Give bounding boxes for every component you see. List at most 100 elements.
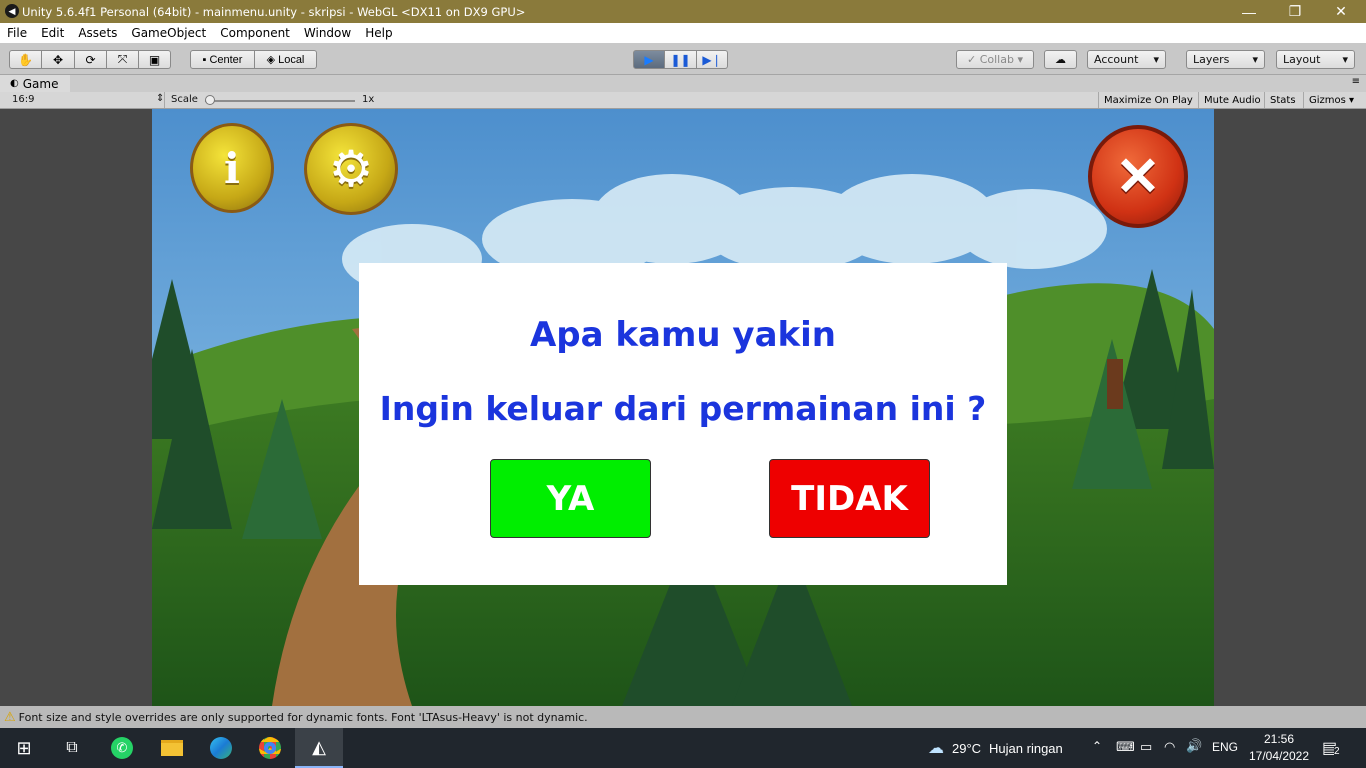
- menu-help[interactable]: Help: [358, 26, 399, 40]
- exit-button[interactable]: ✕: [1088, 125, 1188, 228]
- cloud-button[interactable]: ☁: [1044, 50, 1077, 69]
- notification-count: 2: [1334, 746, 1340, 757]
- whatsapp-icon: ✆: [111, 737, 133, 759]
- gizmos-dropdown[interactable]: Gizmos ▾: [1303, 92, 1359, 108]
- game-view-toolbar: 16:9 ⇕ Scale 1x Maximize On Play Mute Au…: [0, 92, 1366, 109]
- info-button[interactable]: i: [190, 123, 274, 213]
- move-tool-button[interactable]: ✥: [42, 50, 75, 69]
- step-button[interactable]: ▶❘: [697, 50, 728, 69]
- center-label: Center: [209, 53, 243, 66]
- stats-toggle[interactable]: Stats: [1264, 92, 1301, 108]
- scale-tool-button[interactable]: ⤧: [107, 50, 139, 69]
- close-window-button[interactable]: ✕: [1318, 0, 1364, 23]
- aspect-dropdown[interactable]: 16:9 ⇕: [0, 92, 165, 108]
- pause-button[interactable]: ❚❚: [665, 50, 697, 69]
- dropdown-arrow-icon: ▾: [1153, 53, 1159, 66]
- language-indicator[interactable]: ENG: [1212, 740, 1238, 754]
- tab-menu-icon[interactable]: ≡: [1352, 76, 1360, 87]
- dropdown-arrow-icon: ▾: [1342, 53, 1348, 66]
- menu-edit[interactable]: Edit: [34, 26, 71, 40]
- gizmos-label: Gizmos: [1309, 94, 1346, 106]
- weather-text: Hujan ringan: [989, 740, 1063, 756]
- whatsapp-taskbar-button[interactable]: ✆: [98, 728, 146, 768]
- task-view-button[interactable]: ⧉: [48, 728, 96, 768]
- scale-value: 1x: [362, 94, 375, 105]
- scale-slider-thumb[interactable]: [205, 95, 215, 105]
- clock-time: 21:56: [1263, 732, 1295, 746]
- window-titlebar: ◀ Unity 5.6.4f1 Personal (64bit) - mainm…: [0, 0, 1366, 23]
- collab-icon: ✓: [967, 53, 977, 66]
- cloud-icon: ☁: [1055, 53, 1066, 66]
- hand-icon: ✋: [18, 52, 33, 67]
- aspect-label: 16:9: [12, 94, 35, 105]
- game-tab-label: Game: [22, 76, 59, 91]
- menu-window[interactable]: Window: [297, 26, 358, 40]
- mute-audio-label: Mute Audio: [1204, 94, 1261, 106]
- play-button[interactable]: ▶: [633, 50, 665, 69]
- layout-dropdown[interactable]: Layout ▾: [1276, 50, 1355, 69]
- unity-taskbar-button[interactable]: ◭: [295, 728, 343, 768]
- scale-slider-track[interactable]: [205, 95, 355, 105]
- volume-icon[interactable]: 🔊: [1186, 738, 1202, 754]
- scale-icon: ⤧: [117, 52, 128, 66]
- scale-label: Scale: [171, 94, 198, 105]
- edge-icon: [210, 737, 232, 759]
- menu-gameobject[interactable]: GameObject: [124, 26, 213, 40]
- no-label: TIDAK: [791, 478, 908, 519]
- account-label: Account: [1094, 53, 1139, 66]
- battery-icon[interactable]: ▭: [1140, 739, 1152, 755]
- pivot-toggles: ▪ Center ◈ Local: [190, 50, 317, 69]
- tab-game[interactable]: ◐ Game: [0, 75, 70, 92]
- exit-confirm-dialog: Apa kamu yakin Ingin keluar dari permain…: [359, 263, 1007, 585]
- main-toolbar: ✋ ✥ ⟳ ⤧ ▣ ▪ Center ◈ Local ▶ ❚❚ ▶❘ ✓ Colla…: [0, 43, 1366, 75]
- mute-audio-toggle[interactable]: Mute Audio: [1198, 92, 1266, 108]
- transform-tools: ✋ ✥ ⟳ ⤧ ▣: [9, 50, 171, 69]
- local-toggle[interactable]: ◈ Local: [255, 50, 317, 69]
- wifi-icon[interactable]: ◠: [1164, 739, 1175, 755]
- weather-temp: 29°C: [952, 740, 982, 756]
- maximize-on-play-toggle[interactable]: Maximize On Play: [1098, 92, 1198, 108]
- center-icon: ▪: [202, 53, 207, 66]
- file-explorer-taskbar-button[interactable]: [148, 728, 196, 768]
- no-button[interactable]: TIDAK: [769, 459, 930, 538]
- window-title: Unity 5.6.4f1 Personal (64bit) - mainmen…: [22, 4, 526, 19]
- menu-assets[interactable]: Assets: [71, 26, 124, 40]
- layers-dropdown[interactable]: Layers ▾: [1186, 50, 1265, 69]
- dropdown-arrow-icon: ⇕: [156, 93, 165, 104]
- menu-file[interactable]: File: [0, 26, 34, 40]
- settings-button[interactable]: ⚙: [304, 123, 398, 215]
- menu-component[interactable]: Component: [213, 26, 297, 40]
- unity-icon: ◭: [312, 736, 326, 757]
- clock[interactable]: 21:56 17/04/2022: [1246, 731, 1312, 765]
- chevron-up-icon[interactable]: ⌃: [1092, 739, 1102, 753]
- weather-widget[interactable]: ☁ 29°C Hujan ringan: [928, 728, 1063, 768]
- rotate-tool-button[interactable]: ⟳: [75, 50, 107, 69]
- chrome-icon: [259, 737, 281, 759]
- local-label: Local: [278, 53, 305, 66]
- minimize-button[interactable]: —: [1226, 0, 1272, 23]
- game-icon: ◐: [10, 78, 19, 89]
- windows-taskbar: ⊞ ⧉ ✆ ◭ ☁ 29°C Hujan ringan ⌃ ⌨ ▭ ◠ 🔊 EN…: [0, 728, 1366, 768]
- status-message: Font size and style overrides are only s…: [18, 710, 588, 724]
- dialog-question-line1: Apa kamu yakin: [529, 315, 837, 355]
- layout-label: Layout: [1283, 53, 1321, 66]
- chrome-taskbar-button[interactable]: [246, 728, 294, 768]
- folder-icon: [161, 740, 183, 756]
- yes-button[interactable]: YA: [490, 459, 651, 538]
- collab-dropdown[interactable]: ✓ Collab ▾: [956, 50, 1034, 69]
- dialog-question-line2: Ingin keluar dari permainan ini ?: [379, 389, 987, 428]
- unity-logo-icon: ◀: [5, 4, 19, 18]
- minimize-icon: —: [1242, 3, 1256, 20]
- notifications-button[interactable]: ▤ 2: [1322, 738, 1340, 758]
- console-status-bar[interactable]: ⚠ Font size and style overrides are only…: [0, 706, 1366, 728]
- warning-icon: ⚠: [4, 709, 16, 725]
- play-icon: ▶: [644, 52, 654, 67]
- maximize-button[interactable]: ❐: [1272, 0, 1318, 23]
- meet-now-icon[interactable]: ⌨: [1116, 739, 1135, 755]
- hand-tool-button[interactable]: ✋: [9, 50, 42, 69]
- rect-tool-button[interactable]: ▣: [139, 50, 171, 69]
- start-button[interactable]: ⊞: [0, 728, 48, 768]
- center-toggle[interactable]: ▪ Center: [190, 50, 255, 69]
- edge-taskbar-button[interactable]: [197, 728, 245, 768]
- account-dropdown[interactable]: Account ▾: [1087, 50, 1166, 69]
